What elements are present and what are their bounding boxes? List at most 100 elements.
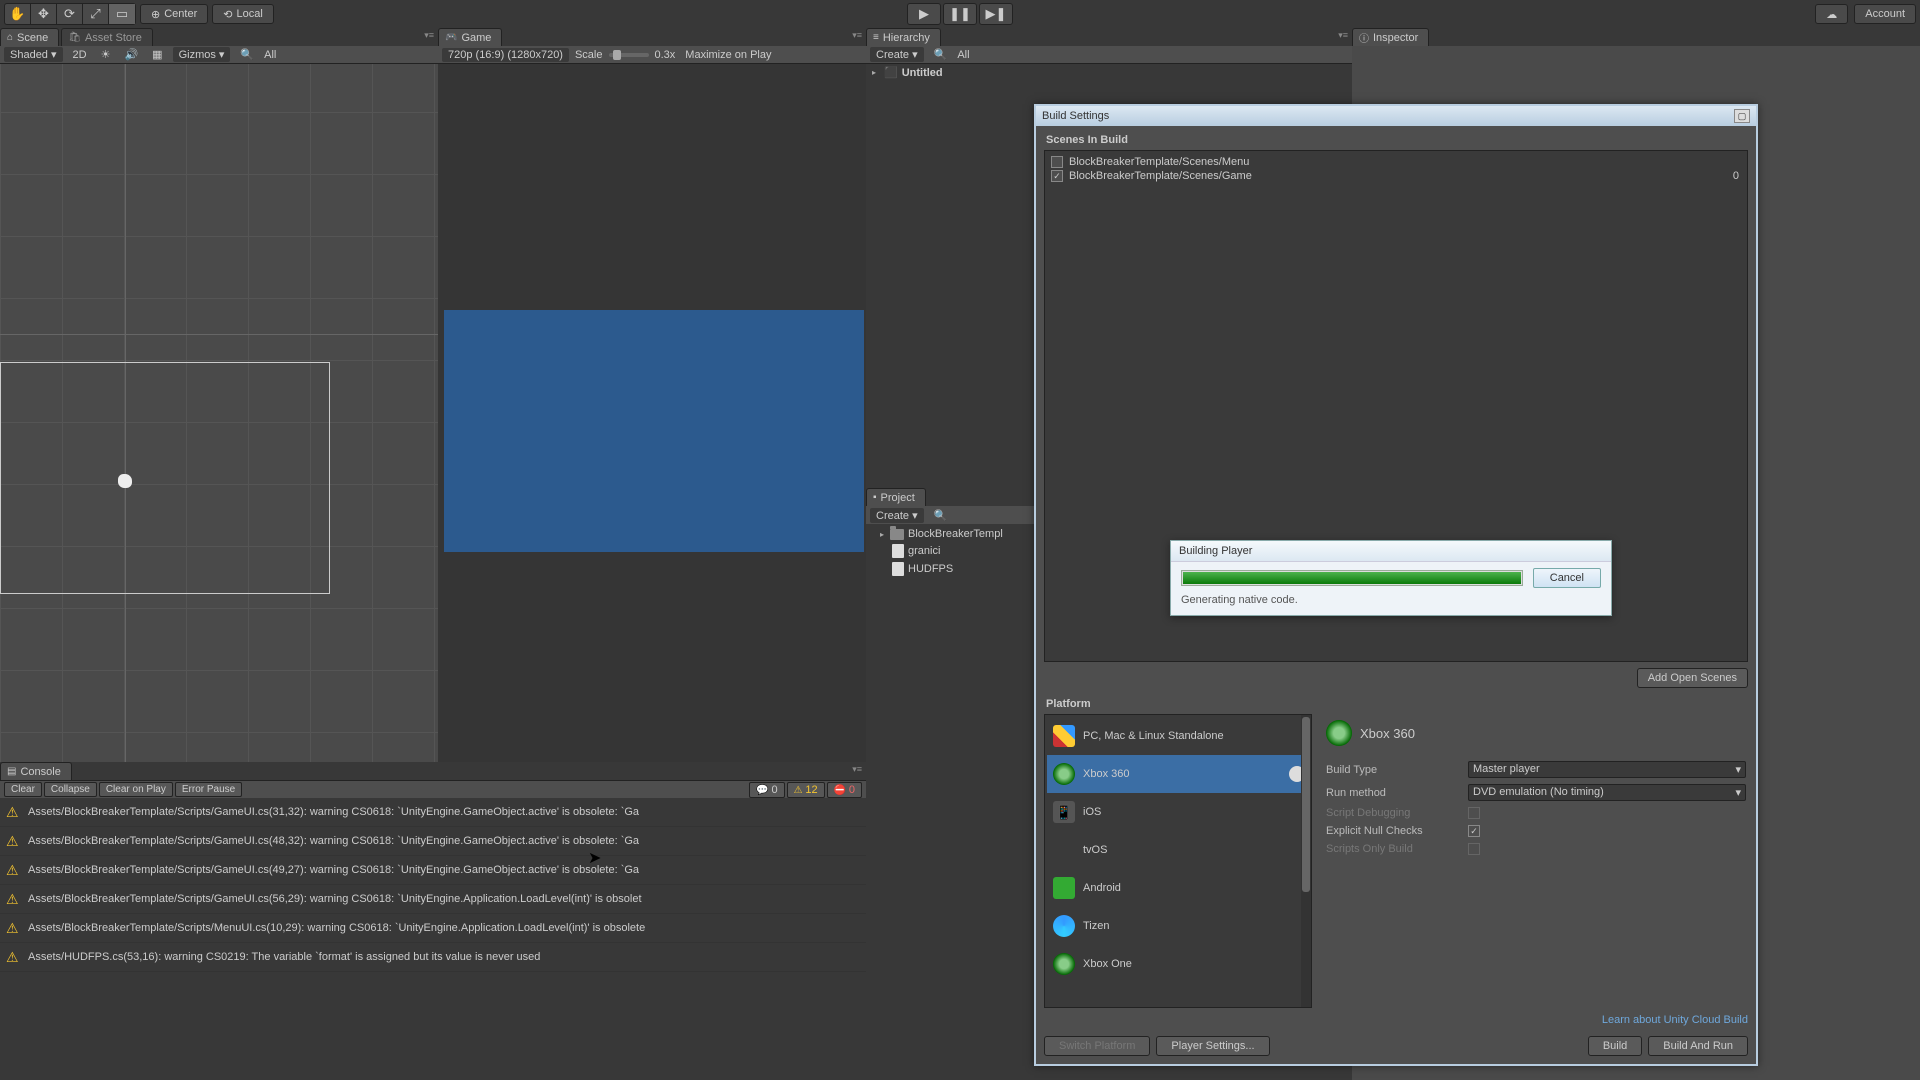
panel-options-icon[interactable]: ▾≡ xyxy=(1338,30,1348,41)
search-icon[interactable]: 🔍 xyxy=(236,48,258,61)
game-toolbar: 720p (16:9) (1280x720) Scale 0.3x Maximi… xyxy=(438,46,866,64)
building-player-dialog: Building Player Cancel Generating native… xyxy=(1170,540,1612,616)
hand-tool[interactable]: ✋ xyxy=(5,4,31,24)
script-debug-checkbox xyxy=(1468,807,1480,819)
platform-item-android[interactable]: Android xyxy=(1047,869,1309,907)
toggle-light-icon[interactable]: ☀ xyxy=(97,48,115,61)
console-log-list[interactable]: Assets/BlockBreakerTemplate/Scripts/Game… xyxy=(0,798,866,1080)
tab-inspector[interactable]: ⓘInspector xyxy=(1352,28,1429,46)
play-button[interactable]: ▶ xyxy=(907,3,941,25)
scripts-only-label: Scripts Only Build xyxy=(1326,843,1460,855)
script-icon xyxy=(892,562,904,576)
tab-console[interactable]: ▤Console xyxy=(0,762,72,780)
scene-entry[interactable]: ✓ BlockBreakerTemplate/Scenes/Game 0 xyxy=(1049,169,1743,183)
move-tool[interactable]: ✥ xyxy=(31,4,57,24)
rect-tool[interactable]: ▭ xyxy=(109,4,135,24)
rotate-tool[interactable]: ⟳ xyxy=(57,4,83,24)
xbox-icon xyxy=(1326,720,1352,746)
project-icon: ▪ xyxy=(873,492,877,503)
platform-item-standalone[interactable]: PC, Mac & Linux Standalone xyxy=(1047,717,1309,755)
log-entry[interactable]: Assets/BlockBreakerTemplate/Scripts/Game… xyxy=(0,798,866,827)
tab-hierarchy[interactable]: ≡Hierarchy xyxy=(866,28,941,46)
close-icon[interactable]: ▢ xyxy=(1734,109,1750,123)
scene-checkbox[interactable] xyxy=(1051,156,1063,168)
log-entry[interactable]: Assets/BlockBreakerTemplate/Scripts/Menu… xyxy=(0,914,866,943)
appletv-icon xyxy=(1053,839,1075,861)
explicit-null-checkbox[interactable]: ✓ xyxy=(1468,825,1480,837)
expand-icon[interactable]: ▸ xyxy=(880,530,884,539)
scale-label: Scale xyxy=(575,49,603,61)
android-icon xyxy=(1053,877,1075,899)
tab-project[interactable]: ▪Project xyxy=(866,488,926,506)
scrollbar-thumb[interactable] xyxy=(1302,717,1310,892)
log-entry[interactable]: Assets/BlockBreakerTemplate/Scripts/Game… xyxy=(0,856,866,885)
search-icon[interactable]: 🔍 xyxy=(930,509,952,522)
dialog-titlebar[interactable]: Build Settings ▢ xyxy=(1036,106,1756,126)
tab-scene[interactable]: ⌂Scene xyxy=(0,28,59,46)
platform-label: Platform xyxy=(1044,694,1748,714)
panel-options-icon[interactable]: ▾≡ xyxy=(852,30,862,41)
platform-item-tizen[interactable]: Tizen xyxy=(1047,907,1309,945)
log-entry[interactable]: Assets/HUDFPS.cs(53,16): warning CS0219:… xyxy=(0,943,866,972)
scene-asset-icon: ⬛ xyxy=(884,66,898,79)
scale-value: 0.3x xyxy=(655,49,676,61)
folder-icon xyxy=(890,529,904,540)
toggle-fx-icon[interactable]: ▦ xyxy=(148,48,166,61)
scrollbar[interactable] xyxy=(1301,715,1311,1007)
build-and-run-button[interactable]: Build And Run xyxy=(1648,1036,1748,1056)
clear-on-play-button[interactable]: Clear on Play xyxy=(99,782,173,797)
filter-all-label: All xyxy=(957,49,969,61)
log-entry[interactable]: Assets/BlockBreakerTemplate/Scripts/Game… xyxy=(0,827,866,856)
chevron-down-icon: ▾ xyxy=(1735,763,1741,776)
cloud-build-link[interactable]: Learn about Unity Cloud Build xyxy=(1044,1008,1748,1032)
run-method-dropdown[interactable]: DVD emulation (No timing)▾ xyxy=(1468,784,1746,801)
create-dropdown[interactable]: Create ▾ xyxy=(870,47,924,62)
collapse-button[interactable]: Collapse xyxy=(44,782,97,797)
platform-item-xbox360[interactable]: Xbox 360 xyxy=(1047,755,1309,793)
shading-mode-dropdown[interactable]: Shaded ▾ xyxy=(4,47,63,62)
console-icon: ▤ xyxy=(7,766,16,777)
error-filter[interactable]: ⛔ 0 xyxy=(827,782,862,798)
cancel-button[interactable]: Cancel xyxy=(1533,568,1601,588)
scene-object[interactable] xyxy=(118,474,132,488)
panel-options-icon[interactable]: ▾≡ xyxy=(424,30,434,41)
toggle-audio-icon[interactable]: 🔊 xyxy=(120,48,142,61)
pause-button[interactable]: ❚❚ xyxy=(943,3,977,25)
cloud-button[interactable]: ☁ xyxy=(1815,4,1848,24)
info-filter[interactable]: 💬 0 xyxy=(749,782,784,798)
tab-game[interactable]: 🎮Game xyxy=(438,28,502,46)
platform-item-ios[interactable]: 📱iOS xyxy=(1047,793,1309,831)
build-type-dropdown[interactable]: Master player▾ xyxy=(1468,761,1746,778)
scale-tool[interactable]: ⤢ xyxy=(83,4,109,24)
log-entry[interactable]: Assets/BlockBreakerTemplate/Scripts/Game… xyxy=(0,885,866,914)
aspect-dropdown[interactable]: 720p (16:9) (1280x720) xyxy=(442,48,569,62)
expand-icon[interactable]: ▸ xyxy=(872,68,876,77)
space-local-toggle[interactable]: ⟲Local xyxy=(212,4,274,24)
filter-all-label: All xyxy=(264,49,276,61)
panel-options-icon[interactable]: ▾≡ xyxy=(852,764,862,775)
player-settings-button[interactable]: Player Settings... xyxy=(1156,1036,1269,1056)
step-button[interactable]: ▶❚ xyxy=(979,3,1013,25)
hierarchy-root[interactable]: ▸ ⬛ Untitled xyxy=(866,64,1352,81)
error-pause-button[interactable]: Error Pause xyxy=(175,782,242,797)
platform-item-tvos[interactable]: tvOS xyxy=(1047,831,1309,869)
account-menu[interactable]: Account xyxy=(1854,4,1916,24)
local-icon: ⟲ xyxy=(223,8,232,21)
create-dropdown[interactable]: Create ▾ xyxy=(870,508,924,523)
maximize-toggle[interactable]: Maximize on Play xyxy=(681,49,775,61)
pivot-center-toggle[interactable]: ⊕Center xyxy=(140,4,208,24)
add-open-scenes-button[interactable]: Add Open Scenes xyxy=(1637,668,1748,688)
platform-item-xboxone[interactable]: Xbox One xyxy=(1047,945,1309,983)
build-button[interactable]: Build xyxy=(1588,1036,1642,1056)
gizmos-dropdown[interactable]: Gizmos ▾ xyxy=(173,47,231,62)
search-icon[interactable]: 🔍 xyxy=(930,48,952,61)
tab-asset-store[interactable]: 🛍Asset Store xyxy=(61,28,153,46)
warn-filter[interactable]: ⚠ 12 xyxy=(787,782,825,798)
scene-checkbox[interactable]: ✓ xyxy=(1051,170,1063,182)
clear-button[interactable]: Clear xyxy=(4,782,42,797)
toggle-2d[interactable]: 2D xyxy=(69,49,91,61)
hierarchy-icon: ≡ xyxy=(873,32,879,43)
scale-slider[interactable] xyxy=(609,53,649,57)
scene-entry[interactable]: BlockBreakerTemplate/Scenes/Menu xyxy=(1049,155,1743,169)
platform-list[interactable]: PC, Mac & Linux Standalone Xbox 360 📱iOS… xyxy=(1044,714,1312,1008)
